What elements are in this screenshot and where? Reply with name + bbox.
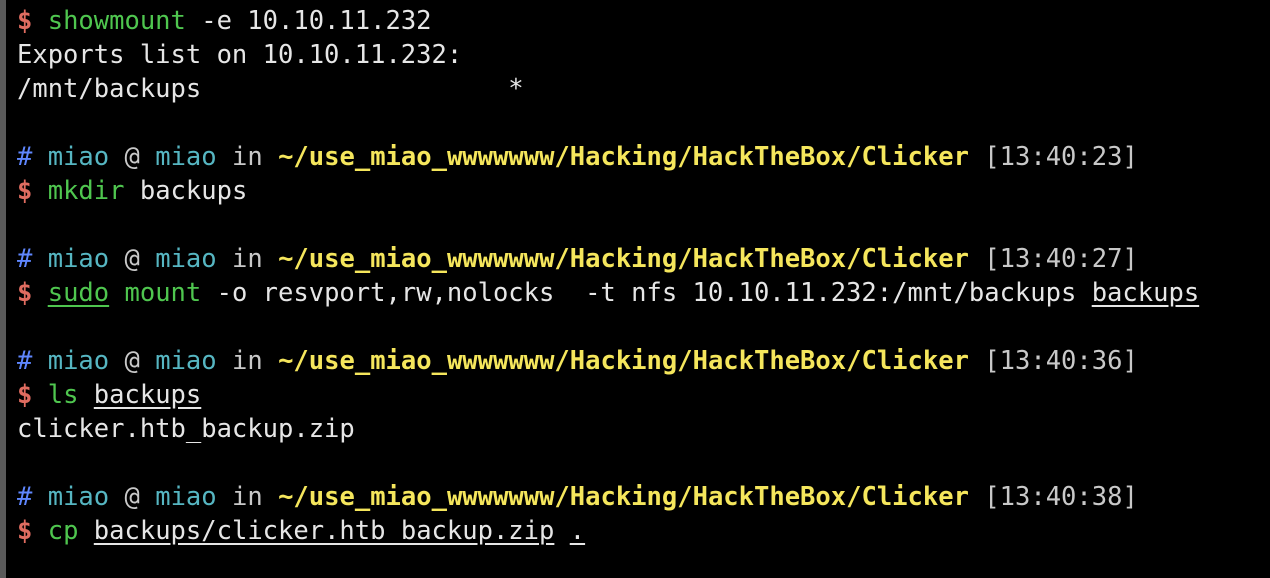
- command-dest-path: .: [569, 516, 586, 546]
- output-line: Exports list on 10.10.11.232:: [17, 40, 463, 70]
- command-name: cp: [47, 516, 79, 546]
- hash-symbol: #: [17, 482, 33, 512]
- prompt-at: @: [124, 244, 140, 274]
- prompt-in: in: [232, 346, 263, 376]
- command-source-path: backups/clicker.htb_backup.zip: [93, 516, 555, 546]
- output-line: /mnt/backups *: [17, 74, 524, 104]
- prompt-path: ~/use_miao_wwwwwww/Hacking/HackTheBox/Cl…: [278, 346, 969, 376]
- prompt-path: ~/use_miao_wwwwwww/Hacking/HackTheBox/Cl…: [278, 142, 969, 172]
- prompt-in: in: [232, 482, 263, 512]
- prompt-symbol: $: [17, 176, 33, 206]
- prompt-symbol: $: [17, 516, 33, 546]
- command-args: -o resvport,rw,nolocks -t nfs 10.10.11.2…: [201, 278, 1092, 308]
- prompt-at: @: [124, 482, 140, 512]
- prompt-at: @: [124, 142, 140, 172]
- prompt-header: # miao @ miao in ~/use_miao_wwwwwww/Hack…: [17, 480, 1138, 514]
- prompt-timestamp: [13:40:27]: [984, 244, 1138, 274]
- command-args: backups: [124, 176, 248, 206]
- prompt-header: # miao @ miao in ~/use_miao_wwwwwww/Hack…: [17, 344, 1138, 378]
- hash-symbol: #: [17, 244, 33, 274]
- prompt-path: ~/use_miao_wwwwwww/Hacking/HackTheBox/Cl…: [278, 482, 969, 512]
- prompt-host: miao: [155, 482, 217, 512]
- prompt-in: in: [232, 142, 263, 172]
- prompt-host: miao: [155, 244, 217, 274]
- prompt-user: miao: [47, 142, 110, 172]
- command-line-mkdir: $ mkdir backups: [17, 174, 247, 208]
- command-name: showmount: [47, 6, 186, 36]
- output-line: clicker.htb_backup.zip: [17, 414, 355, 444]
- prompt-user: miao: [47, 482, 110, 512]
- command-name: mount: [124, 278, 202, 308]
- command-line-ls: $ ls backups: [17, 378, 201, 412]
- prompt-header: # miao @ miao in ~/use_miao_wwwwwww/Hack…: [17, 140, 1138, 174]
- prompt-path: ~/use_miao_wwwwwww/Hacking/HackTheBox/Cl…: [278, 244, 969, 274]
- prompt-user: miao: [47, 244, 110, 274]
- command-name: mkdir: [47, 176, 125, 206]
- hash-symbol: #: [17, 346, 33, 376]
- command-line-showmount: $ showmount -e 10.10.11.232: [17, 4, 432, 38]
- prompt-host: miao: [155, 346, 217, 376]
- prompt-header: # miao @ miao in ~/use_miao_wwwwwww/Hack…: [17, 242, 1138, 276]
- command-name: ls: [47, 380, 79, 410]
- prompt-user: miao: [47, 346, 110, 376]
- hash-symbol: #: [17, 142, 33, 172]
- command-line-cp: $ cp backups/clicker.htb_backup.zip .: [17, 514, 585, 548]
- prompt-timestamp: [13:40:38]: [984, 482, 1138, 512]
- prompt-at: @: [124, 346, 140, 376]
- command-sudo: sudo: [47, 278, 110, 308]
- prompt-symbol: $: [17, 380, 33, 410]
- prompt-in: in: [232, 244, 263, 274]
- command-args: -e 10.10.11.232: [185, 6, 432, 36]
- prompt-timestamp: [13:40:23]: [984, 142, 1138, 172]
- command-line-mount: $ sudo mount -o resvport,rw,nolocks -t n…: [17, 276, 1199, 310]
- prompt-symbol: $: [17, 278, 33, 308]
- prompt-host: miao: [155, 142, 217, 172]
- command-target-path: backups: [93, 380, 202, 410]
- prompt-symbol: $: [17, 6, 33, 36]
- prompt-timestamp: [13:40:36]: [984, 346, 1138, 376]
- terminal-left-border: [0, 0, 6, 578]
- command-target-path: backups: [1091, 278, 1200, 308]
